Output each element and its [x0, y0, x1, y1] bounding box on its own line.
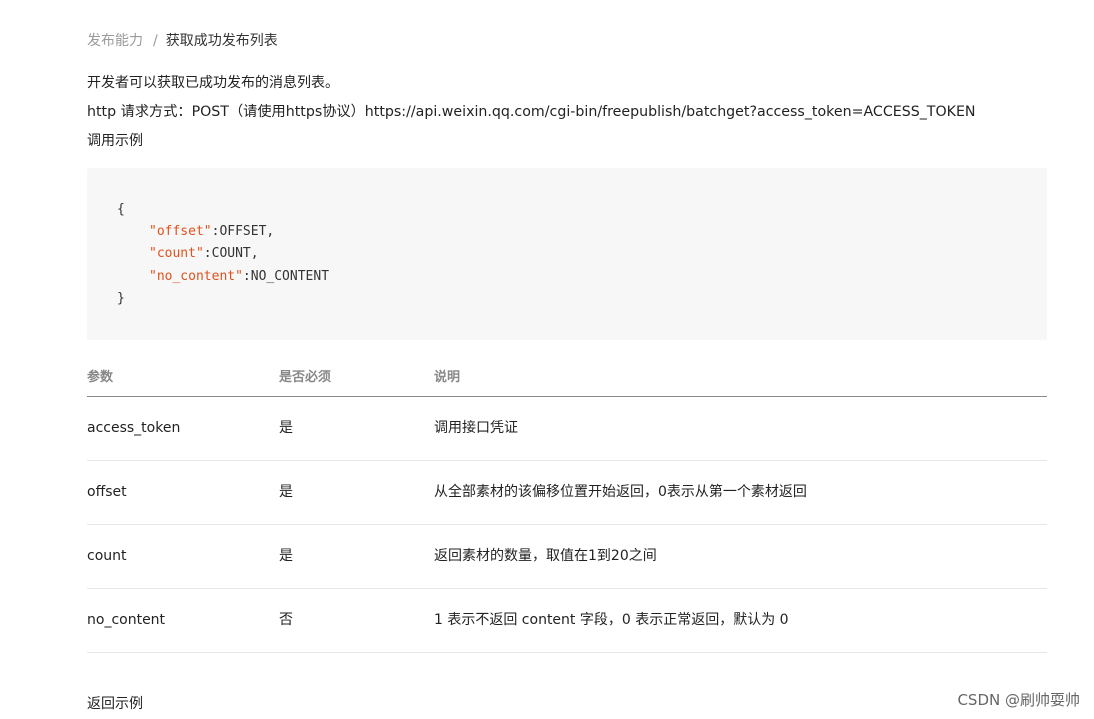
- breadcrumb-current: 获取成功发布列表: [165, 33, 278, 49]
- code-line-no-content: "no_content":NO_CONTENT: [149, 269, 329, 285]
- code-example-block: { "offset":OFFSET, "count":COUNT, "no_co…: [87, 168, 1047, 340]
- param-name: count: [87, 548, 127, 564]
- code-key: "count": [149, 246, 204, 261]
- code-sep: :: [242, 269, 251, 284]
- table-row: access_token 是 调用接口凭证: [87, 397, 1047, 461]
- parameters-table: 参数 是否必须 说明 access_token 是 调用接口凭证 offset …: [87, 360, 1047, 653]
- param-description: 调用接口凭证: [434, 420, 518, 436]
- param-required: 否: [279, 612, 293, 628]
- breadcrumb: 发布能力 / 获取成功发布列表: [87, 32, 278, 50]
- param-description: 返回素材的数量，取值在1到20之间: [434, 548, 657, 564]
- call-example-label: 调用示例: [87, 133, 143, 149]
- header-param: 参数: [87, 370, 114, 385]
- code-line-offset: "offset":OFFSET,: [149, 224, 274, 240]
- code-value: NO_CONTENT: [250, 269, 330, 284]
- param-name: offset: [87, 484, 127, 500]
- param-name: access_token: [87, 420, 181, 436]
- table-header: 参数 是否必须 说明: [87, 360, 1047, 397]
- code-sep: :: [203, 246, 212, 261]
- header-required: 是否必须: [279, 370, 332, 385]
- intro-description: 开发者可以获取已成功发布的消息列表。: [87, 75, 339, 91]
- code-open-brace: {: [117, 202, 125, 217]
- param-required: 是: [279, 420, 293, 436]
- request-method-line: http 请求方式：POST（请使用https协议）https://api.we…: [87, 104, 976, 120]
- csdn-watermark: CSDN @刷帅耍帅: [957, 691, 1080, 709]
- code-close-brace: }: [117, 291, 125, 306]
- table-row: count 是 返回素材的数量，取值在1到20之间: [87, 525, 1047, 589]
- table-row: no_content 否 1 表示不返回 content 字段，0 表示正常返回…: [87, 589, 1047, 653]
- code-key: "offset": [149, 224, 212, 239]
- code-value: COUNT,: [211, 246, 259, 261]
- header-description: 说明: [434, 370, 461, 385]
- return-example-label: 返回示例: [87, 696, 143, 712]
- param-description: 1 表示不返回 content 字段，0 表示正常返回，默认为 0: [434, 612, 789, 628]
- param-name: no_content: [87, 612, 166, 628]
- code-key: "no_content": [149, 269, 243, 284]
- breadcrumb-parent-link[interactable]: 发布能力: [87, 33, 143, 49]
- code-value: OFFSET,: [219, 224, 275, 239]
- table-row: offset 是 从全部素材的该偏移位置开始返回，0表示从第一个素材返回: [87, 461, 1047, 525]
- param-description: 从全部素材的该偏移位置开始返回，0表示从第一个素材返回: [434, 484, 807, 500]
- code-line-count: "count":COUNT,: [149, 246, 259, 262]
- breadcrumb-separator: /: [153, 33, 158, 49]
- param-required: 是: [279, 484, 293, 500]
- param-required: 是: [279, 548, 293, 564]
